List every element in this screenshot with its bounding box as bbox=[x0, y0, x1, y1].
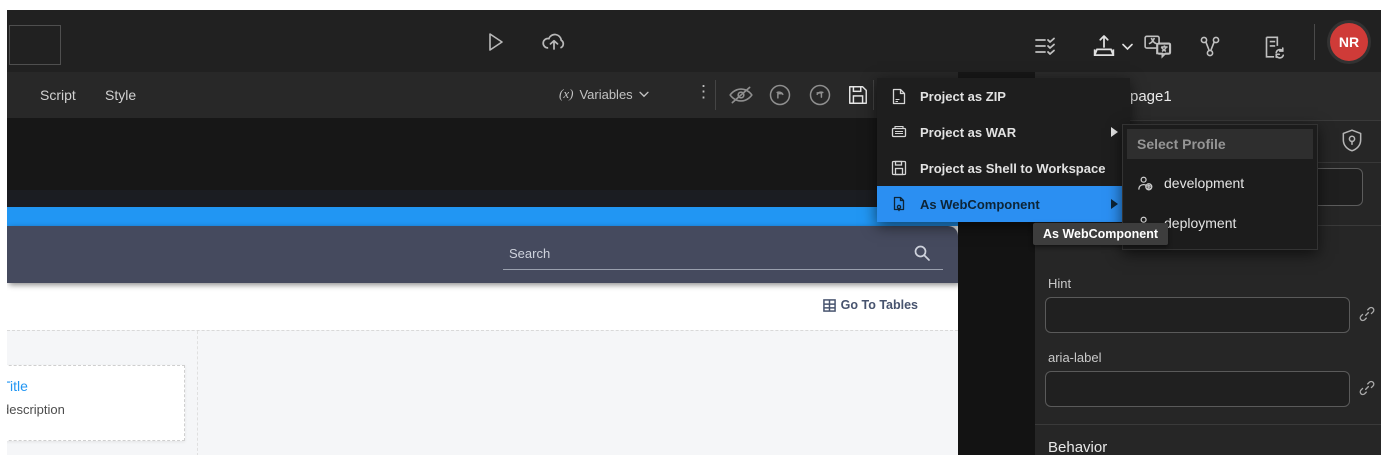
studio-window: NR Script Style (x) Variables ⋮ bbox=[7, 10, 1381, 455]
export-button[interactable] bbox=[1087, 32, 1135, 62]
chevron-down-icon bbox=[639, 91, 649, 98]
publish-button[interactable] bbox=[537, 25, 571, 59]
variables-label: Variables bbox=[579, 87, 632, 102]
partial-toolbar-button[interactable] bbox=[9, 25, 61, 65]
cloud-upload-icon bbox=[540, 28, 568, 56]
variables-dropdown[interactable]: (x) Variables bbox=[559, 86, 649, 102]
selection-highlight-bar bbox=[7, 207, 958, 226]
menu-item-label: Project as ZIP bbox=[920, 89, 1006, 104]
go-to-tables-label: Go To Tables bbox=[841, 298, 918, 312]
page-content-area: Title description bbox=[7, 330, 958, 455]
card-widget[interactable]: Title description bbox=[7, 365, 185, 441]
designer-toolbar: Script Style (x) Variables ⋮ bbox=[7, 72, 958, 118]
top-toolbar: NR bbox=[7, 10, 1381, 72]
play-icon bbox=[483, 30, 507, 54]
export-icon bbox=[1090, 33, 1118, 61]
eye-off-icon bbox=[728, 84, 754, 106]
undo-button[interactable] bbox=[767, 82, 793, 108]
run-button[interactable] bbox=[479, 26, 511, 58]
submenu-item-development[interactable]: development bbox=[1123, 163, 1317, 203]
tab-style[interactable]: Style bbox=[105, 87, 136, 103]
go-to-tables-link[interactable]: Go To Tables bbox=[823, 298, 918, 312]
menu-item-label: Project as WAR bbox=[920, 125, 1016, 140]
save-button[interactable] bbox=[845, 82, 871, 108]
widget-column: Title description bbox=[7, 331, 198, 455]
tab-script[interactable]: Script bbox=[40, 87, 76, 103]
redo-icon bbox=[808, 83, 832, 107]
preview-toggle-button[interactable] bbox=[727, 83, 755, 107]
submenu-item-label: deployment bbox=[1164, 215, 1236, 231]
table-grid-icon bbox=[823, 299, 836, 312]
card-description: description bbox=[7, 402, 184, 417]
hint-field-input[interactable] bbox=[1045, 297, 1350, 333]
menu-item-as-webcomponent[interactable]: As WebComponent bbox=[877, 186, 1130, 222]
export-dropdown-menu: Project as ZIP Project as WAR Project as… bbox=[877, 78, 1130, 222]
hint-field-label: Hint bbox=[1048, 276, 1071, 291]
submenu-arrow-icon bbox=[1111, 199, 1118, 209]
zip-file-icon bbox=[891, 88, 907, 105]
more-options-button[interactable]: ⋮ bbox=[695, 82, 712, 102]
behavior-section-header: Behavior bbox=[1048, 439, 1107, 455]
card-title: Title bbox=[7, 378, 184, 394]
toolbar-divider bbox=[1314, 24, 1315, 60]
checklist-icon bbox=[1034, 36, 1058, 56]
page-header-bar bbox=[7, 226, 958, 283]
menu-item-project-as-zip[interactable]: Project as ZIP bbox=[877, 78, 1130, 114]
design-canvas: Go To Tables Title description bbox=[7, 190, 958, 455]
undo-icon bbox=[768, 83, 792, 107]
aria-label-field-input[interactable] bbox=[1045, 371, 1350, 407]
war-file-icon bbox=[891, 124, 907, 140]
toolbar-divider bbox=[715, 80, 716, 110]
task-list-button[interactable] bbox=[1033, 35, 1059, 57]
menu-item-project-as-shell[interactable]: Project as Shell to Workspace bbox=[877, 150, 1130, 186]
translate-icon bbox=[1143, 33, 1173, 61]
submenu-item-label: development bbox=[1164, 175, 1244, 191]
localization-button[interactable] bbox=[1141, 32, 1175, 62]
page-top-strip bbox=[7, 190, 958, 207]
webcomponent-icon bbox=[891, 196, 907, 213]
menu-item-label: Project as Shell to Workspace bbox=[920, 161, 1105, 176]
as-webcomponent-tooltip: As WebComponent bbox=[1033, 223, 1168, 245]
menu-item-label: As WebComponent bbox=[920, 197, 1040, 212]
screenshot-stage: NR Script Style (x) Variables ⋮ bbox=[0, 0, 1381, 469]
bind-link-icon[interactable] bbox=[1358, 305, 1376, 323]
submenu-header: Select Profile bbox=[1127, 129, 1313, 159]
user-avatar[interactable]: NR bbox=[1330, 23, 1368, 61]
search-input[interactable] bbox=[503, 242, 943, 270]
panel-title: page1 bbox=[1130, 88, 1172, 105]
profile-development-icon bbox=[1137, 175, 1154, 192]
submenu-arrow-icon bbox=[1111, 127, 1118, 137]
bind-link-icon[interactable] bbox=[1358, 379, 1376, 397]
x-glyph-icon: (x) bbox=[559, 86, 573, 102]
shield-pin-icon[interactable] bbox=[1339, 128, 1365, 154]
redo-button[interactable] bbox=[807, 82, 833, 108]
workspace-shell-icon bbox=[891, 160, 907, 176]
search-icon[interactable] bbox=[913, 244, 931, 262]
share-button[interactable] bbox=[1197, 34, 1223, 60]
sync-document-button[interactable] bbox=[1259, 33, 1287, 61]
chevron-down-icon bbox=[1122, 43, 1133, 51]
save-icon bbox=[847, 84, 869, 106]
toolbar-divider bbox=[873, 80, 874, 110]
menu-item-project-as-war[interactable]: Project as WAR bbox=[877, 114, 1130, 150]
aria-label-field-label: aria-label bbox=[1048, 350, 1101, 365]
network-share-icon bbox=[1198, 35, 1222, 59]
document-refresh-icon bbox=[1260, 34, 1286, 60]
panel-divider bbox=[1035, 424, 1381, 425]
